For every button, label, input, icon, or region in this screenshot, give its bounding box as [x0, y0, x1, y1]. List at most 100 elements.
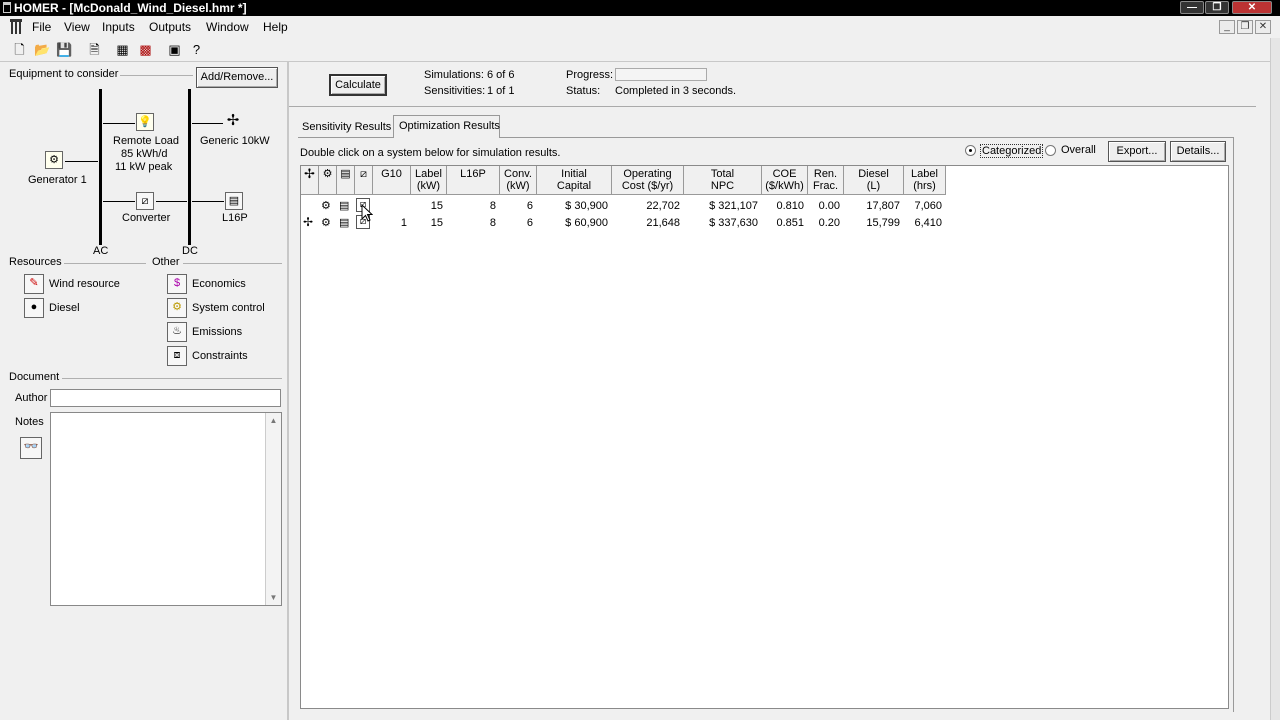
window-title: HOMER - [McDonald_Wind_Diesel.hmr *] [14, 1, 247, 15]
notes-textarea[interactable]: ▲ ▼ [50, 412, 282, 606]
details-button[interactable]: Details... [1170, 141, 1226, 162]
cell-gen-hours: 7,060 [914, 200, 942, 212]
cell-label-kw: 15 [430, 200, 443, 212]
battery-icon[interactable]: ▤ [225, 192, 243, 210]
battery-connector [192, 201, 224, 202]
properties-icon[interactable]: ▣ [166, 41, 183, 58]
scroll-down-icon[interactable]: ▼ [266, 593, 281, 602]
cell-ren-frac: 0.00 [818, 200, 840, 212]
author-input[interactable] [50, 389, 281, 407]
resources-divider [64, 263, 146, 264]
header-conv-kw[interactable]: Conv. (kW) [500, 166, 537, 195]
diesel-link[interactable]: Diesel [49, 302, 80, 314]
header-coe[interactable]: COE ($/kWh) [762, 166, 808, 195]
generator-icon[interactable]: ⚙ [45, 151, 63, 169]
load-connector [103, 123, 135, 124]
cell-conv: 6 [526, 200, 533, 212]
converter-name[interactable]: Converter [122, 212, 170, 224]
simulations-label: Simulations: [424, 69, 484, 81]
header-operating-cost[interactable]: Operating Cost ($/yr) [612, 166, 684, 195]
wind-turbine-icon[interactable]: ✢ [224, 113, 242, 131]
mdi-minimize-button[interactable]: _ [1219, 20, 1235, 34]
system-control-link[interactable]: System control [192, 302, 265, 314]
maximize-button[interactable]: ❐ [1205, 1, 1229, 14]
converter-dc-connector [156, 201, 187, 202]
homer-app-icon [3, 2, 11, 13]
cell-label-kw: 15 [430, 217, 443, 229]
minimize-button[interactable]: — [1180, 1, 1204, 14]
grid-report-icon[interactable]: ▩ [137, 41, 154, 58]
menu-help[interactable]: Help [263, 20, 288, 34]
author-label: Author [15, 392, 48, 404]
wind-resource-link[interactable]: Wind resource [49, 278, 120, 290]
cell-total-npc: $ 321,107 [709, 200, 758, 212]
cell-g10: 1 [400, 217, 407, 229]
table-icon[interactable]: ▦ [114, 41, 131, 58]
economics-icon[interactable]: $ [167, 274, 187, 294]
generator-name[interactable]: Generator 1 [28, 174, 87, 186]
calculate-button[interactable]: Calculate [329, 74, 387, 96]
cell-initial-capital: $ 30,900 [565, 200, 608, 212]
equipment-divider [120, 75, 193, 76]
header-gen-label-kw[interactable]: Label (kW) [411, 166, 447, 195]
battery-name[interactable]: L16P [222, 212, 248, 224]
optimization-results-table[interactable]: ✢ ⚙ ▤ ⧄ G10 Label (kW) L16P Conv. (kW) Ini… [300, 165, 1229, 709]
menu-file[interactable]: File [32, 20, 51, 34]
close-button[interactable]: ✕ [1232, 1, 1272, 14]
glasses-icon[interactable]: 👓 [20, 437, 42, 459]
row-generator-icon: ⚙ [321, 217, 331, 229]
header-l16p[interactable]: L16P [447, 166, 500, 195]
scroll-up-icon[interactable]: ▲ [266, 416, 281, 425]
converter-ac-connector [103, 201, 135, 202]
save-icon[interactable]: 💾 [56, 41, 73, 58]
wind-resource-icon[interactable]: ✎ [24, 274, 44, 294]
cell-coe: 0.851 [776, 217, 804, 229]
remote-load-name[interactable]: Remote Load [113, 135, 179, 147]
converter-icon[interactable]: ⧄ [136, 192, 154, 210]
vertical-scrollbar[interactable] [1270, 38, 1280, 720]
cell-diesel: 17,807 [866, 200, 900, 212]
radio-categorized[interactable] [965, 145, 976, 156]
add-remove-button[interactable]: Add/Remove... [196, 67, 278, 88]
panel-splitter[interactable] [287, 62, 289, 720]
tab-row-line-left [298, 137, 394, 138]
menu-view[interactable]: View [64, 20, 90, 34]
system-control-icon[interactable]: ⚙ [167, 298, 187, 318]
new-file-icon[interactable]: 🗋 [11, 41, 28, 58]
menu-window[interactable]: Window [206, 20, 249, 34]
header-initial-capital[interactable]: Initial Capital [537, 166, 612, 195]
mdi-close-button[interactable]: ✕ [1255, 20, 1271, 34]
menu-inputs[interactable]: Inputs [102, 20, 135, 34]
tab-sensitivity-results[interactable]: Sensitivity Results [302, 121, 391, 133]
wind-turbine-name[interactable]: Generic 10kW [200, 135, 270, 147]
table-row[interactable]: ⚙ ▤ ⧄ 15 8 6 $ 30,900 22,702 $ 321,107 0… [301, 198, 946, 214]
tab-optimization-results[interactable]: Optimization Results [393, 115, 500, 138]
constraints-link[interactable]: Constraints [192, 350, 248, 362]
summary-report-icon[interactable]: 🗎 [86, 41, 103, 58]
help-icon[interactable]: ? [188, 41, 205, 58]
table-row[interactable]: ✢ ⚙ ▤ ⧄ 1 15 8 6 $ 60,900 21,648 $ 337,6… [301, 215, 946, 231]
emissions-icon[interactable]: ♨ [167, 322, 187, 342]
constraints-icon[interactable]: ⧈ [167, 346, 187, 366]
header-gen-hours[interactable]: Label (hrs) [904, 166, 946, 195]
ac-bus-label: AC [93, 245, 109, 257]
remote-load-icon[interactable]: 💡 [136, 113, 154, 131]
economics-link[interactable]: Economics [192, 278, 246, 290]
results-hint: Double click on a system below for simul… [300, 147, 561, 159]
radio-overall-label[interactable]: Overall [1061, 144, 1096, 156]
mdi-restore-button[interactable]: ❐ [1237, 20, 1253, 34]
radio-categorized-label[interactable]: Categorized [980, 144, 1044, 158]
menu-outputs[interactable]: Outputs [149, 20, 191, 34]
emissions-link[interactable]: Emissions [192, 326, 242, 338]
tab-panel-right-edge [1233, 137, 1234, 712]
header-g10[interactable]: G10 [373, 166, 411, 195]
open-folder-icon[interactable]: 📂 [34, 41, 51, 58]
diesel-icon[interactable]: ● [24, 298, 44, 318]
notes-scrollbar[interactable]: ▲ ▼ [265, 413, 281, 605]
header-diesel[interactable]: Diesel (L) [844, 166, 904, 195]
radio-categorized-dot [969, 149, 972, 152]
radio-overall[interactable] [1045, 145, 1056, 156]
export-button[interactable]: Export... [1108, 141, 1166, 162]
header-total-npc[interactable]: Total NPC [684, 166, 762, 195]
header-ren-frac[interactable]: Ren. Frac. [808, 166, 844, 195]
